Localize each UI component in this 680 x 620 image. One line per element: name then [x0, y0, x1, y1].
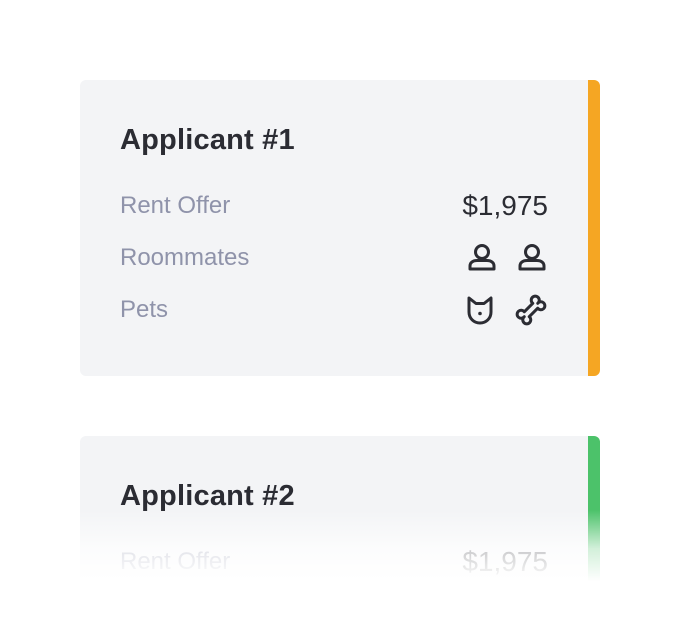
- rent-offer-label: Rent Offer: [120, 192, 231, 219]
- applicant-title: Applicant #1: [120, 124, 295, 156]
- rent-offer-value: $1,975: [462, 546, 548, 577]
- rent-offer-value: $1,975: [462, 190, 548, 221]
- person-icon: [516, 242, 548, 274]
- rent-offer-row: Rent Offer $1,975: [120, 542, 548, 582]
- pets-label: Pets: [120, 296, 169, 323]
- bone-icon: [514, 293, 548, 327]
- applicant-card[interactable]: Applicant #1 Rent Offer $1,975 Roommates: [80, 80, 600, 376]
- applicant-title: Applicant #2: [120, 480, 295, 512]
- roommates-label: Roommates: [120, 244, 250, 271]
- status-accent-bar: [588, 436, 600, 620]
- rent-offer-row: Rent Offer $1,975: [120, 186, 548, 226]
- rent-offer-label: Rent Offer: [120, 548, 231, 575]
- roommates-row: Roommates: [120, 238, 548, 278]
- pets-row: Pets: [120, 290, 548, 330]
- person-icon: [466, 242, 498, 274]
- cat-icon: [464, 294, 496, 326]
- roommates-icons: [466, 242, 548, 274]
- applicant-list: Applicant #1 Rent Offer $1,975 Roommates: [0, 0, 680, 620]
- pets-icons: [464, 293, 548, 327]
- status-accent-bar: [588, 80, 600, 376]
- applicant-card[interactable]: Applicant #2 Rent Offer $1,975: [80, 436, 600, 620]
